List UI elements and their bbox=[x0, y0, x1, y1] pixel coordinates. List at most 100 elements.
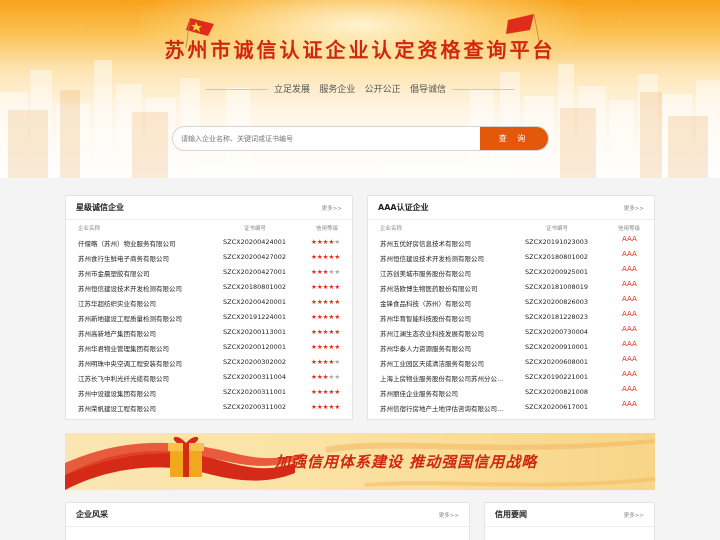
credit-level-badge: AAA bbox=[622, 265, 637, 273]
certificate-number: SZCX20200910001 bbox=[525, 343, 589, 351]
company-name[interactable]: 苏州明珠中央空调工程安装有限公司 bbox=[78, 358, 238, 368]
company-name[interactable]: 江苏长飞中利光纤光缆有限公司 bbox=[78, 373, 238, 383]
company-name[interactable]: 苏州丽佳企业服务有限公司 bbox=[380, 388, 525, 398]
panel-header: 信用要闻 更多>> bbox=[485, 503, 654, 527]
company-name[interactable]: 苏州荣帆建设工程有限公司 bbox=[78, 403, 238, 413]
star-company-list: 仟偃略（苏州）物业服务有限公司 SZCX20200424001 ★★★★★ 苏州食行生… bbox=[66, 235, 352, 415]
company-name[interactable]: 苏州浩欧博生物医药股份有限公司 bbox=[380, 283, 525, 293]
company-name[interactable]: 苏州新地建设工程质量检测有限公司 bbox=[78, 313, 238, 323]
company-name[interactable]: 上海上房物业服务股份有限公司苏州分公... bbox=[380, 373, 525, 383]
slogan-list: 立足发展 服务企业 公开公正 倡导诚信 bbox=[274, 82, 446, 95]
certificate-number: SZCX20200113001 bbox=[223, 328, 287, 336]
certificate-number: SZCX20200302002 bbox=[223, 358, 287, 366]
company-name[interactable]: 苏州江澜生态农业科技发展有限公司 bbox=[380, 328, 525, 338]
certificate-number: SZCX20200617001 bbox=[525, 403, 589, 411]
certificate-number: SZCX20200427002 bbox=[223, 253, 287, 261]
company-name[interactable]: 苏州华君物业管理集团有限公司 bbox=[78, 343, 238, 353]
table-header: 企业名称 证书编号 信用等级 bbox=[66, 224, 352, 234]
table-row[interactable]: 苏州江澜生态农业科技发展有限公司 SZCX20200730004 AAA bbox=[368, 325, 654, 340]
table-row[interactable]: 苏州市金晨塑胶有限公司 SZCX20200427001 ★★★★★ bbox=[66, 265, 352, 280]
more-link[interactable]: 更多>> bbox=[322, 204, 342, 212]
table-row[interactable]: 上海上房物业服务股份有限公司苏州分公... SZCX20190221001 AAA bbox=[368, 370, 654, 385]
more-link[interactable]: 更多>> bbox=[624, 511, 644, 519]
credit-level-badge: AAA bbox=[622, 325, 637, 333]
search-button[interactable]: 查 询 bbox=[480, 127, 548, 150]
star-rating: ★★★★★ bbox=[311, 388, 340, 396]
credit-level-badge: AAA bbox=[622, 370, 637, 378]
table-row[interactable]: 苏州食行生鲜电子商务有限公司 SZCX20200427002 ★★★★★ bbox=[66, 250, 352, 265]
star-rating: ★★★★★ bbox=[311, 328, 340, 336]
star-icon: ★ bbox=[334, 373, 341, 381]
certificate-number: SZCX20200821008 bbox=[525, 388, 589, 396]
hero-banner: 苏州市诚信认证企业认定资格查询平台 立足发展 服务企业 公开公正 倡导诚信 查 … bbox=[0, 0, 720, 178]
table-row[interactable]: 苏州浩欧博生物医药股份有限公司 SZCX20181008019 AAA bbox=[368, 280, 654, 295]
table-row[interactable]: 江苏创美城市服务股份有限公司 SZCX20200925001 AAA bbox=[368, 265, 654, 280]
certificate-number: SZCX20200925001 bbox=[525, 268, 589, 276]
table-row[interactable]: 苏州高新地产集团有限公司 SZCX20200113001 ★★★★★ bbox=[66, 325, 352, 340]
table-row[interactable]: 苏州丽佳企业服务有限公司 SZCX20200821008 AAA bbox=[368, 385, 654, 400]
table-row[interactable]: 苏州信宿行房地产土地评估咨询有限公司... SZCX20200617001 AAA bbox=[368, 400, 654, 415]
certificate-number: SZCX20200120001 bbox=[223, 343, 287, 351]
table-row[interactable]: 江苏长飞中利光纤光缆有限公司 SZCX20200311004 ★★★★★ bbox=[66, 370, 352, 385]
certificate-number: SZCX20200424001 bbox=[223, 238, 287, 246]
credit-level-badge: AAA bbox=[622, 235, 637, 243]
credit-strategy-banner[interactable]: 加强信用体系建设 推动强国信用战略 bbox=[65, 433, 655, 490]
company-name[interactable]: 苏州华泰人力资源服务有限公司 bbox=[380, 343, 525, 353]
star-rating: ★★★★★ bbox=[311, 268, 340, 276]
company-name[interactable]: 苏州恒信建设技术开发检测有限公司 bbox=[78, 283, 238, 293]
credit-level-badge: AAA bbox=[622, 340, 637, 348]
company-name[interactable]: 苏州市金晨塑胶有限公司 bbox=[78, 268, 238, 278]
slogan: 服务企业 bbox=[319, 85, 356, 95]
company-name[interactable]: 苏州工业园区天成清洁服务有限公司 bbox=[380, 358, 525, 368]
panel-header: 企业风采 更多>> bbox=[66, 503, 469, 527]
table-row[interactable]: 苏州工业园区天成清洁服务有限公司 SZCX20200608001 AAA bbox=[368, 355, 654, 370]
company-name[interactable]: 仟偃略（苏州）物业服务有限公司 bbox=[78, 238, 238, 248]
search-input[interactable] bbox=[173, 127, 481, 150]
table-row[interactable]: 苏州荣帆建设工程有限公司 SZCX20200311002 ★★★★★ bbox=[66, 400, 352, 415]
more-link[interactable]: 更多>> bbox=[439, 511, 459, 519]
table-row[interactable]: 苏州五优好房信息技术有限公司 SZCX20191023003 AAA bbox=[368, 235, 654, 250]
certificate-number: SZCX20200427001 bbox=[223, 268, 287, 276]
star-rated-companies-panel: 星级诚信企业 更多>> 企业名称 证书编号 信用等级 仟偃略（苏州）物业服务有限… bbox=[65, 195, 353, 420]
credit-level-badge: AAA bbox=[622, 355, 637, 363]
table-row[interactable]: 苏州中设建设集团有限公司 SZCX20200311001 ★★★★★ bbox=[66, 385, 352, 400]
table-row[interactable]: 苏州华育智能科技股份有限公司 SZCX20181228023 AAA bbox=[368, 310, 654, 325]
company-name[interactable]: 金锋食品科技（苏州）有限公司 bbox=[380, 298, 525, 308]
panel-title: 星级诚信企业 bbox=[76, 203, 124, 212]
table-row[interactable]: 苏州华君物业管理集团有限公司 SZCX20200120001 ★★★★★ bbox=[66, 340, 352, 355]
site-title: 苏州市诚信认证企业认定资格查询平台 bbox=[164, 38, 556, 62]
company-name[interactable]: 苏州食行生鲜电子商务有限公司 bbox=[78, 253, 238, 263]
company-name[interactable]: 苏州五优好房信息技术有限公司 bbox=[380, 238, 525, 248]
certificate-number: SZCX20181008019 bbox=[525, 283, 589, 291]
company-name[interactable]: 江苏华超纺织实业有限公司 bbox=[78, 298, 238, 308]
company-showcase-panel: 企业风采 更多>> bbox=[65, 502, 470, 540]
search-bar: 查 询 bbox=[172, 126, 549, 151]
company-name[interactable]: 江苏创美城市服务股份有限公司 bbox=[380, 268, 525, 278]
aaa-certified-companies-panel: AAA认证企业 更多>> 企业名称 证书编号 信用等级 苏州五优好房信息技术有限… bbox=[367, 195, 655, 420]
table-row[interactable]: 金锋食品科技（苏州）有限公司 SZCX20200826003 AAA bbox=[368, 295, 654, 310]
credit-level-badge: AAA bbox=[622, 400, 637, 408]
column-header: 信用等级 bbox=[618, 226, 641, 232]
table-row[interactable]: 江苏华超纺织实业有限公司 SZCX20200420001 ★★★★★ bbox=[66, 295, 352, 310]
company-name[interactable]: 苏州信宿行房地产土地评估咨询有限公司... bbox=[380, 403, 525, 413]
table-row[interactable]: 苏州华泰人力资源服务有限公司 SZCX20200910001 AAA bbox=[368, 340, 654, 355]
certificate-number: SZCX20200311002 bbox=[223, 403, 287, 411]
column-header: 信用等级 bbox=[316, 226, 339, 232]
credit-level-badge: AAA bbox=[622, 295, 637, 303]
table-row[interactable]: 仟偃略（苏州）物业服务有限公司 SZCX20200424001 ★★★★★ bbox=[66, 235, 352, 250]
gift-box-icon bbox=[168, 436, 204, 477]
table-row[interactable]: 苏州恒信建设技术开发检测有限公司 SZCX20180801002 AAA bbox=[368, 250, 654, 265]
company-name[interactable]: 苏州恒信建设技术开发检测有限公司 bbox=[380, 253, 525, 263]
certificate-number: SZCX20180801002 bbox=[525, 253, 589, 261]
credit-level-badge: AAA bbox=[622, 310, 637, 318]
company-name[interactable]: 苏州高新地产集团有限公司 bbox=[78, 328, 238, 338]
company-name[interactable]: 苏州华育智能科技股份有限公司 bbox=[380, 313, 525, 323]
star-icon: ★ bbox=[334, 358, 341, 366]
table-row[interactable]: 苏州明珠中央空调工程安装有限公司 SZCX20200302002 ★★★★★ bbox=[66, 355, 352, 370]
table-row[interactable]: 苏州恒信建设技术开发检测有限公司 SZCX20180801002 ★★★★★ bbox=[66, 280, 352, 295]
company-name[interactable]: 苏州中设建设集团有限公司 bbox=[78, 388, 238, 398]
banner-slogan: 加强信用体系建设 推动强国信用战略 bbox=[275, 453, 538, 471]
panel-title: AAA认证企业 bbox=[378, 203, 429, 212]
table-row[interactable]: 苏州新地建设工程质量检测有限公司 SZCX20191224001 ★★★★★ bbox=[66, 310, 352, 325]
more-link[interactable]: 更多>> bbox=[624, 204, 644, 212]
